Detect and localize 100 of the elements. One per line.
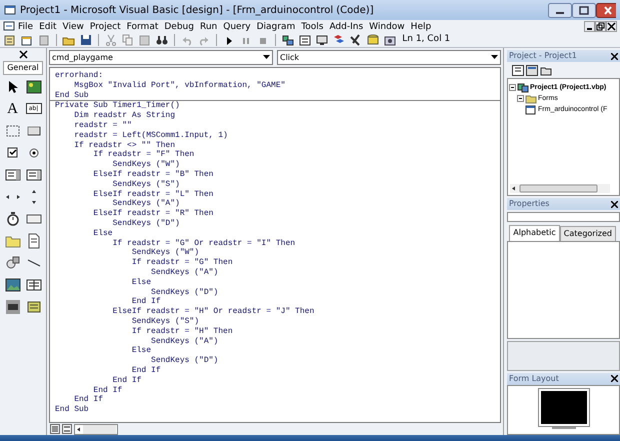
code-line: SendKeys ("D") (150, 288, 220, 297)
panel-title: Form Layout (509, 372, 559, 385)
folder-icon (525, 92, 537, 104)
close-button[interactable] (596, 2, 616, 18)
app-icon[interactable] (4, 4, 16, 16)
menu-item[interactable]: Debug (161, 20, 197, 32)
view-object-icon[interactable] (526, 64, 538, 76)
code-line: SendKeys ("W") (130, 248, 200, 258)
code-line: ElseIf readstr = "R" Then (92, 209, 214, 219)
code-line: End Sub (55, 405, 90, 415)
code-line: End If (92, 386, 124, 395)
collapse-icon[interactable] (509, 84, 516, 91)
collapse-icon[interactable] (517, 94, 524, 102)
code-line: End If (73, 395, 104, 405)
code-line: Else (130, 346, 152, 356)
list-box-icon[interactable] (26, 167, 42, 183)
procedure-view-icon[interactable] (50, 424, 60, 434)
menu-item[interactable]: Edit (36, 20, 60, 32)
menu-item[interactable]: View (60, 20, 87, 32)
code-line: If readstr <> "" Then (73, 140, 176, 150)
code-line: SendKeys ("S") (130, 316, 200, 327)
frame-icon[interactable] (4, 123, 20, 139)
menu-item[interactable]: File (15, 20, 36, 32)
code-line: If readstr = "G" Or readstr = "I" Then (112, 238, 296, 248)
file-icon[interactable] (26, 233, 42, 249)
full-module-view-icon[interactable] (62, 424, 72, 434)
code-line: SendKeys ("A") (150, 336, 220, 346)
horizontal-scrollbar[interactable] (74, 424, 118, 434)
project-explorer-icon[interactable] (281, 33, 295, 47)
binoculars-icon[interactable] (155, 33, 169, 47)
close-icon[interactable] (611, 52, 618, 60)
code-line: If readstr = "H" Then (130, 326, 234, 337)
object-dropdown[interactable] (507, 212, 620, 222)
label-tool-icon[interactable]: A (4, 101, 20, 117)
code-line: Else (130, 278, 152, 288)
menu-item[interactable]: Window (366, 20, 408, 32)
minimize-button[interactable] (584, 21, 595, 32)
code-line: ElseIf readstr = "H" Or readstr = "J" Then (112, 307, 316, 317)
menu-item[interactable]: Diagram (254, 20, 298, 32)
panel-title: Properties (509, 198, 550, 210)
code-line: If readstr = "G" Then (130, 258, 234, 268)
dropdown-arrow-icon (263, 55, 270, 60)
close-icon[interactable] (611, 375, 618, 382)
code-line: SendKeys ("S") (112, 180, 181, 190)
code-line: readstr = Left(MSComm1.Input, 1) (73, 130, 229, 141)
code-line: MsgBox "Invalid Port", vbInformation, "GAME" (73, 80, 286, 91)
close-button[interactable] (606, 21, 617, 32)
code-line: If readstr = "F" Then (92, 150, 196, 160)
menu-item[interactable]: Tools (298, 20, 326, 32)
code-line: Private Sub Timer1_Timer() (55, 101, 181, 111)
data-view-icon[interactable] (366, 33, 380, 47)
panel-title: Project - Project1 (509, 50, 577, 62)
data-control-icon[interactable] (26, 277, 42, 293)
window-title: Project1 - Microsoft Visual Basic [design] - [Frm_arduinocontrol (Code)] (20, 4, 374, 18)
menu-item[interactable]: Format (124, 20, 162, 32)
image-icon[interactable] (4, 277, 20, 293)
properties-tab[interactable]: Alphabetic (509, 224, 560, 240)
code-line: SendKeys ("W") (112, 160, 181, 170)
close-icon[interactable] (18, 50, 28, 59)
code-line: SendKeys ("A") (112, 199, 181, 209)
code-line: Dim readstr As String (73, 111, 176, 121)
properties-window-icon[interactable] (298, 33, 312, 47)
code-line: SendKeys ("A") (150, 268, 220, 278)
save-icon[interactable] (79, 33, 93, 47)
menu-item[interactable]: Run (196, 20, 220, 32)
menu-item[interactable]: Project (86, 20, 124, 32)
form-layout-icon[interactable] (315, 33, 329, 47)
code-line: Else (92, 228, 113, 239)
code-line: ElseIf readstr = "L" Then (92, 190, 214, 199)
view-code-icon[interactable] (512, 64, 524, 76)
combo-box-icon[interactable] (4, 167, 20, 183)
restore-button[interactable] (595, 21, 606, 32)
minimize-button[interactable] (548, 2, 572, 18)
add-project-icon[interactable] (3, 33, 17, 47)
code-line: End If (112, 376, 142, 386)
close-icon[interactable] (611, 200, 618, 208)
shapes-icon[interactable] (4, 255, 20, 271)
picture-box-icon[interactable] (26, 79, 42, 95)
dropdown-arrow-icon (491, 55, 498, 60)
toggle-folders-icon[interactable] (540, 64, 552, 76)
properties-tab[interactable]: Categorized (560, 226, 616, 240)
code-line: End If (130, 297, 162, 307)
procedure-dropdown[interactable]: Click (277, 50, 501, 65)
maximize-button[interactable] (572, 2, 596, 18)
menu-item[interactable]: Add-Ins (326, 20, 366, 32)
project-icon (517, 82, 529, 93)
toolbox-tab[interactable]: General (3, 61, 43, 75)
monitor-icon (538, 388, 590, 430)
code-line: errorhand: (55, 71, 104, 81)
menu-item[interactable]: Help (408, 20, 434, 32)
code-line: End If (130, 366, 162, 376)
timer-icon[interactable] (4, 211, 20, 227)
form-icon (525, 104, 537, 115)
menu-item[interactable]: Query (220, 20, 254, 32)
code-line: SendKeys ("D") (150, 356, 220, 366)
horizontal-scrollbar[interactable] (510, 184, 610, 193)
code-line: ElseIf readstr = "B" Then (92, 170, 214, 180)
object-dropdown[interactable]: cmd_playgame (49, 50, 273, 65)
code-window-icon[interactable] (3, 21, 15, 32)
code-line: End Sub (55, 90, 90, 100)
